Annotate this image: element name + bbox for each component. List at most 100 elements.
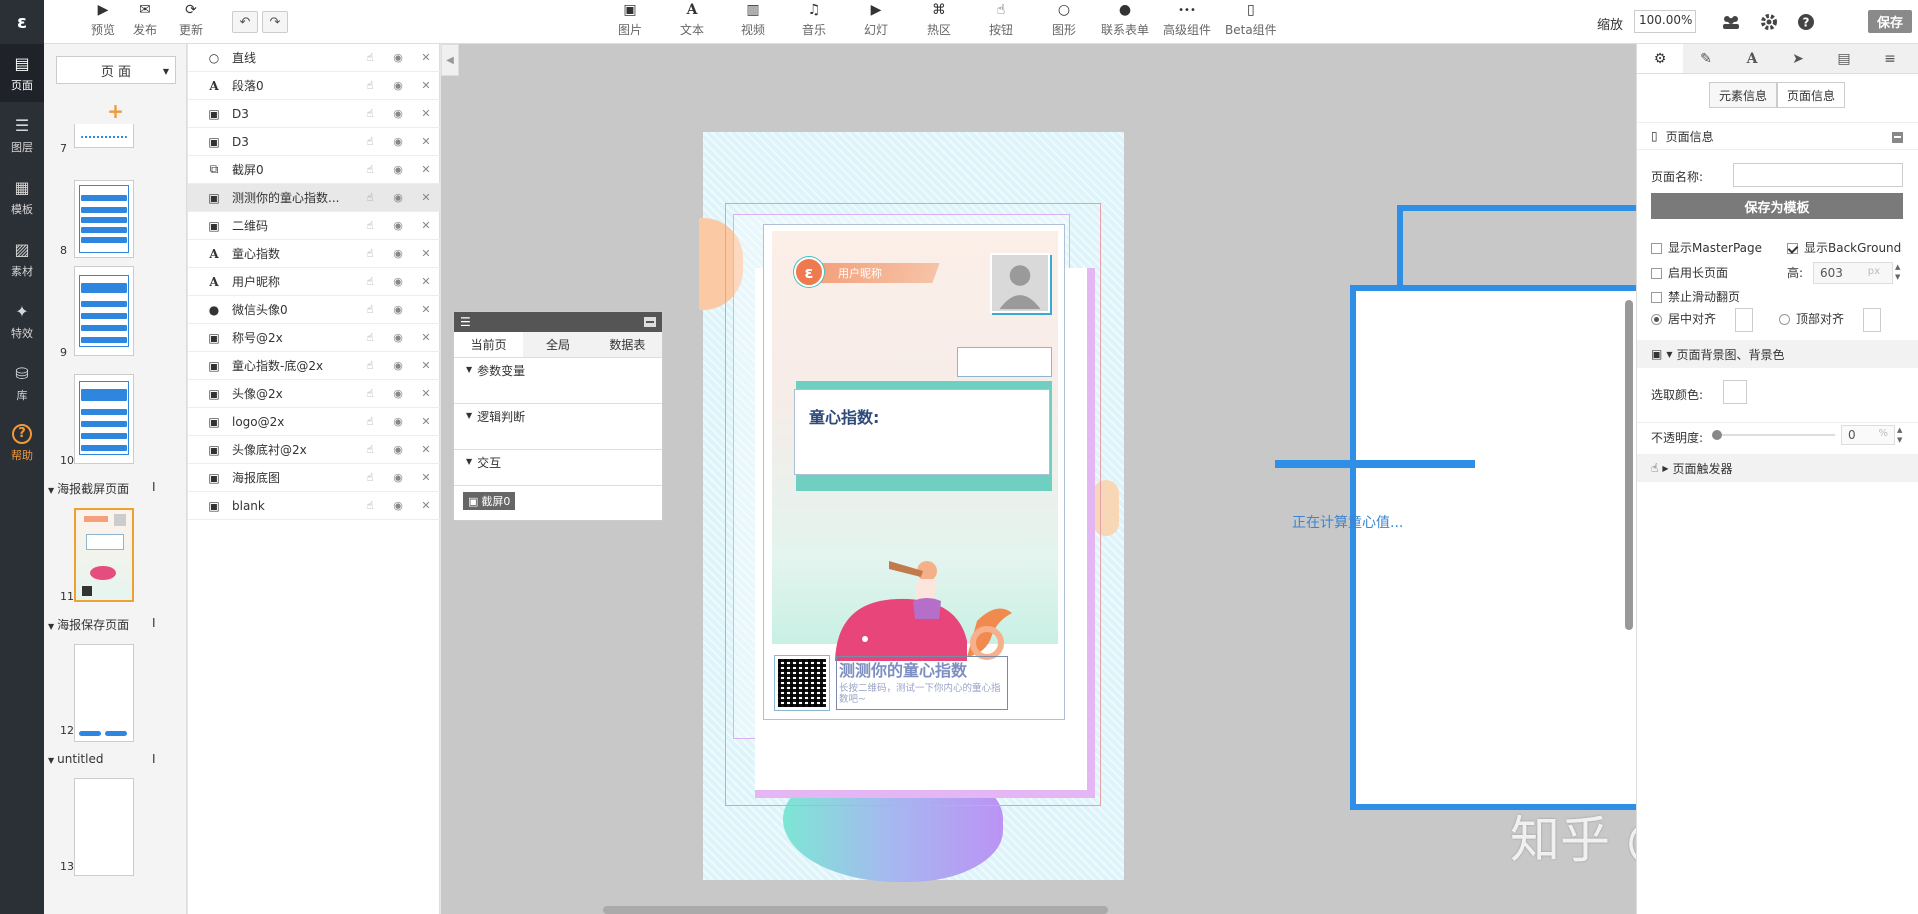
tool-image[interactable]: ▣ 图片: [618, 2, 642, 38]
slider-handle[interactable]: [1712, 430, 1722, 440]
stepper-icon[interactable]: ▲ ▼: [1897, 425, 1902, 445]
close-icon[interactable]: ✕: [412, 107, 440, 120]
eye-icon[interactable]: ◉: [384, 471, 412, 484]
pen-icon[interactable]: ✎: [1683, 44, 1729, 73]
eye-icon[interactable]: ◉: [384, 303, 412, 316]
section-logic[interactable]: ▼ 逻辑判断: [454, 404, 662, 450]
lock-icon[interactable]: ☝: [356, 387, 384, 400]
lock-icon[interactable]: ☝: [356, 247, 384, 260]
layer-row[interactable]: ▣ 童心指数-底@2x ☝ ◉ ✕: [188, 352, 440, 380]
page-info-header[interactable]: ▯ 页面信息: [1637, 122, 1918, 150]
close-icon[interactable]: ✕: [412, 415, 440, 428]
page-frame[interactable]: [1350, 285, 1637, 810]
rail-item-effects[interactable]: ✦ 特效: [0, 292, 44, 350]
text-cursor-icon[interactable]: I: [152, 616, 156, 630]
eye-icon[interactable]: ◉: [384, 331, 412, 344]
collapse-panel-button[interactable]: ◀: [441, 44, 459, 76]
tab-page-info[interactable]: 页面信息: [1777, 82, 1845, 108]
layer-row[interactable]: ▣ D3 ☝ ◉ ✕: [188, 100, 440, 128]
publish-button[interactable]: ✉ 发布: [133, 2, 157, 38]
close-icon[interactable]: ✕: [412, 303, 440, 316]
lock-icon[interactable]: ☝: [356, 79, 384, 92]
users-icon[interactable]: [1721, 12, 1741, 32]
tool-contact-form[interactable]: ● 联系表单: [1101, 2, 1149, 38]
lock-icon[interactable]: ☝: [356, 107, 384, 120]
font-icon[interactable]: A: [1729, 44, 1775, 73]
avatar[interactable]: [990, 253, 1050, 313]
tool-hotspot[interactable]: ⌘ 热区: [927, 2, 951, 38]
layer-row[interactable]: ▣ 头像@2x ☝ ◉ ✕: [188, 380, 440, 408]
eye-icon[interactable]: ◉: [384, 163, 412, 176]
tool-beta[interactable]: ▯ Beta组件: [1225, 2, 1277, 38]
lock-icon[interactable]: ☝: [356, 415, 384, 428]
page-thumb-12[interactable]: [74, 644, 134, 742]
opacity-input[interactable]: 0%: [1841, 425, 1895, 445]
close-icon[interactable]: ✕: [412, 247, 440, 260]
tab-current-page[interactable]: 当前页: [454, 332, 524, 357]
tool-music[interactable]: ♫ 音乐: [802, 2, 826, 38]
eye-icon[interactable]: ◉: [384, 247, 412, 260]
interaction-panel-header[interactable]: ☰: [454, 312, 662, 332]
update-button[interactable]: ⟳ 更新: [179, 2, 203, 38]
close-icon[interactable]: ✕: [412, 499, 440, 512]
page-thumb-9[interactable]: [74, 266, 134, 356]
lock-icon[interactable]: ☝: [356, 303, 384, 316]
close-icon[interactable]: ✕: [412, 79, 440, 92]
section-interaction[interactable]: ▼ 交互: [454, 450, 662, 486]
tab-element-info[interactable]: 元素信息: [1709, 82, 1777, 108]
qr-code[interactable]: [774, 655, 830, 711]
score-card[interactable]: 童心指数:: [794, 389, 1050, 475]
layer-row[interactable]: ▣ logo@2x ☝ ◉ ✕: [188, 408, 440, 436]
rail-item-help[interactable]: ? 帮助: [0, 414, 44, 472]
tab-global[interactable]: 全局: [523, 332, 593, 357]
brand-badge[interactable]: ε 用户昵称: [794, 255, 940, 289]
question-icon[interactable]: ?: [1796, 12, 1816, 32]
poster-title-box[interactable]: 测测你的童心指数 长按二维码，测试一下你内心的童心指数吧~: [836, 656, 1008, 710]
background-section-header[interactable]: ▣ ▼ 页面背景图、背景色: [1637, 340, 1918, 368]
page-group-label[interactable]: ▼ 海报截屏页面: [48, 480, 129, 497]
color-swatch[interactable]: [1723, 380, 1747, 404]
stepper-icon[interactable]: ▲ ▼: [1895, 262, 1900, 282]
close-icon[interactable]: ✕: [412, 163, 440, 176]
eye-icon[interactable]: ◉: [384, 51, 412, 64]
line-element[interactable]: [1275, 460, 1475, 468]
layer-row[interactable]: ▣ 称号@2x ☝ ◉ ✕: [188, 324, 440, 352]
height-input[interactable]: 603 px: [1813, 262, 1893, 284]
page-thumb-8[interactable]: [74, 180, 134, 258]
center-align-radio[interactable]: 居中对齐: [1651, 310, 1716, 327]
trigger-section-header[interactable]: ☝ ▶ 页面触发器: [1637, 454, 1918, 482]
tab-datatable[interactable]: 数据表: [592, 332, 662, 357]
page-thumb-7[interactable]: [74, 124, 134, 148]
lock-icon[interactable]: ☝: [356, 163, 384, 176]
document-icon[interactable]: ▤: [1821, 44, 1867, 73]
close-icon[interactable]: ✕: [412, 191, 440, 204]
rail-item-layers[interactable]: ☰ 图层: [0, 106, 44, 164]
tool-text[interactable]: A 文本: [680, 2, 704, 38]
phone-canvas[interactable]: ε 用户昵称 童心指数: 测测你的童心指数 长按二维码，测试一下你内心的童心指数…: [699, 132, 1124, 882]
gear-icon[interactable]: [1759, 12, 1779, 32]
calculating-text[interactable]: 正在计算童心值...: [1292, 512, 1403, 532]
eye-icon[interactable]: ◉: [384, 415, 412, 428]
section-variables[interactable]: ▼ 参数变量: [454, 358, 662, 404]
eye-icon[interactable]: ◉: [384, 219, 412, 232]
close-icon[interactable]: ✕: [412, 135, 440, 148]
rail-item-pages[interactable]: ▤ 页面: [0, 44, 44, 102]
page-thumb-13[interactable]: [74, 778, 134, 876]
top-align-radio[interactable]: 顶部对齐: [1779, 310, 1844, 327]
tool-button[interactable]: ☝ 按钮: [989, 2, 1013, 38]
eye-icon[interactable]: ◉: [384, 135, 412, 148]
layer-row[interactable]: ▣ 头像底衬@2x ☝ ◉ ✕: [188, 436, 440, 464]
eye-icon[interactable]: ◉: [384, 275, 412, 288]
rail-item-materials[interactable]: ▨ 素材: [0, 230, 44, 288]
layer-row[interactable]: ○ 直线 ☝ ◉ ✕: [188, 44, 440, 72]
redo-button[interactable]: ↷: [262, 11, 288, 33]
lock-icon[interactable]: ☝: [356, 191, 384, 204]
minimize-icon[interactable]: [644, 317, 656, 327]
lock-icon[interactable]: ☝: [356, 331, 384, 344]
horizontal-scrollbar[interactable]: [603, 906, 1108, 914]
collapse-icon[interactable]: [1892, 132, 1903, 143]
show-background-checkbox[interactable]: 显示BackGround: [1787, 239, 1901, 256]
close-icon[interactable]: ✕: [412, 471, 440, 484]
page-group-label[interactable]: ▼ untitled: [48, 752, 103, 766]
page-thumb-10[interactable]: [74, 374, 134, 464]
